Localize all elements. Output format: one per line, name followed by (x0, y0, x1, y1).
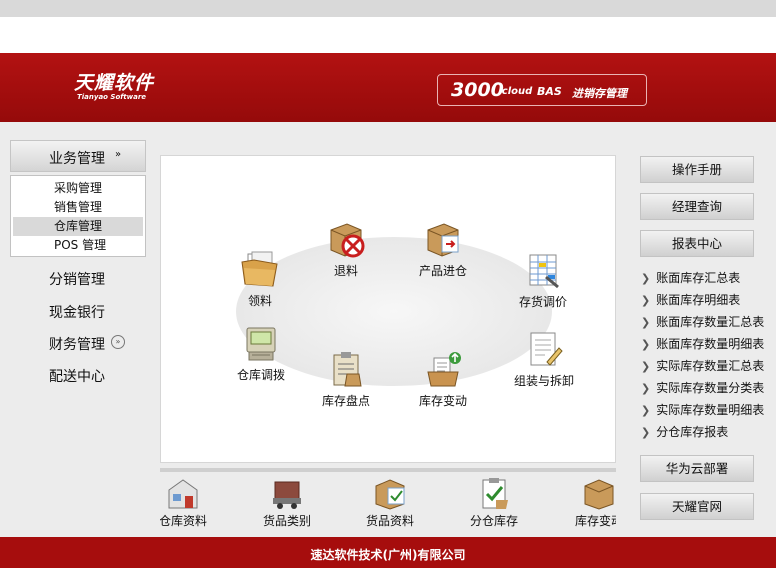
official-site-button[interactable]: 天耀官网 (640, 493, 754, 520)
box-cancel-icon (325, 220, 367, 260)
chevron-right-icon: ❯ (641, 294, 651, 307)
nav-item-distribution[interactable]: 分销管理 (49, 269, 105, 289)
product-description: 进销存管理 (572, 87, 627, 100)
chevron-right-icon: ❯ (641, 316, 651, 329)
shortcut-label: 仓库资料 (160, 514, 207, 528)
footer-bar: 速达软件技术(广州)有限公司 (0, 537, 776, 568)
box-arrow-icon (581, 476, 616, 510)
header-banner: 天耀软件 Tianyao Software 3000 .cloud BAS 进销… (0, 53, 776, 122)
workflow-item-stock-change[interactable]: 库存变动 (415, 350, 471, 409)
shortcut-strip: 仓库资料 货品类别 货品资料 分仓库存 库存变动 (160, 468, 616, 537)
report-link-label: 分仓库存报表 (656, 425, 729, 439)
report-link[interactable]: ❯ 账面库存数量汇总表 (641, 313, 764, 330)
chevron-double-down-icon: » (115, 149, 122, 160)
workflow-label: 存货调价 (518, 295, 567, 309)
report-link-label: 实际库存数量明细表 (656, 403, 765, 417)
logo-text-en: Tianyao Software (77, 93, 147, 101)
strip-divider (160, 468, 616, 472)
report-link-label: 账面库存汇总表 (656, 271, 741, 285)
top-gap (0, 0, 776, 17)
nav-section-label: 业务管理 (49, 151, 105, 167)
chevron-right-icon: ❯ (641, 404, 651, 417)
nav-submenu: 采购管理 销售管理 仓库管理 POS 管理 (10, 175, 146, 257)
chevron-right-icon: ❯ (641, 382, 651, 395)
workflow-label: 仓库调拨 (236, 368, 285, 382)
report-link[interactable]: ❯ 分仓库存报表 (641, 423, 728, 440)
report-link[interactable]: ❯ 实际库存数量明细表 (641, 401, 764, 418)
chevron-right-icon: ❯ (641, 360, 651, 373)
shortcut-goods-info[interactable]: 货品资料 (363, 476, 417, 529)
manager-query-button[interactable]: 经理查询 (640, 193, 754, 220)
box-arrow-in-icon (422, 220, 464, 260)
product-badge: 3000 .cloud BAS 进销存管理 (437, 74, 647, 106)
folder-documents-icon (239, 250, 281, 290)
huawei-cloud-button[interactable]: 华为云部署 (640, 455, 754, 482)
nav-item-delivery[interactable]: 配送中心 (49, 366, 105, 386)
spreadsheet-price-icon (522, 251, 564, 291)
report-link[interactable]: ❯ 实际库存数量分类表 (641, 379, 764, 396)
workflow-label: 退料 (333, 264, 358, 278)
blank-bar (0, 17, 776, 53)
report-link[interactable]: ❯ 账面库存数量明细表 (641, 335, 764, 352)
workflow-item-transfer[interactable]: 仓库调拨 (231, 324, 291, 383)
expand-circle-icon[interactable]: » (111, 335, 125, 349)
report-center-button[interactable]: 报表中心 (640, 230, 754, 257)
product-cloud: .cloud (498, 86, 533, 97)
report-link-label: 账面库存数量明细表 (656, 337, 765, 351)
report-link-label: 实际库存数量汇总表 (656, 359, 765, 373)
workflow-label: 产品进仓 (418, 264, 467, 278)
report-link[interactable]: ❯ 实际库存数量汇总表 (641, 357, 764, 374)
nav-item-cash-bank[interactable]: 现金银行 (49, 302, 105, 322)
report-link[interactable]: ❯ 账面库存汇总表 (641, 269, 740, 286)
submenu-item-warehouse[interactable]: 仓库管理 (13, 217, 143, 236)
submenu-item-sales[interactable]: 销售管理 (13, 198, 143, 217)
workflow-item-stock-count[interactable]: 库存盘点 (319, 350, 373, 409)
manual-button[interactable]: 操作手册 (640, 156, 754, 183)
logo-text-cn: 天耀软件 (74, 72, 155, 94)
workflow-label: 库存盘点 (321, 394, 370, 408)
workflow-label: 库存变动 (418, 394, 467, 408)
product-version: 3000 (451, 79, 504, 101)
main-area: 业务管理 » 采购管理 销售管理 仓库管理 POS 管理 分销管理 现金银行 财… (0, 122, 776, 537)
chevron-right-icon: ❯ (641, 272, 651, 285)
report-link-label: 账面库存明细表 (656, 293, 741, 307)
chevron-right-icon: ❯ (641, 426, 651, 439)
workflow-item-product-in[interactable]: 产品进仓 (413, 220, 473, 279)
submenu-item-pos[interactable]: POS 管理 (13, 236, 143, 255)
transfer-machine-icon (240, 324, 282, 364)
tray-update-icon (422, 350, 464, 390)
shortcut-goods-category[interactable]: 货品类别 (260, 476, 314, 529)
shortcut-label: 分仓库存 (469, 514, 518, 528)
shortcut-label: 库存变动 (574, 514, 616, 528)
shortcut-branch-stock[interactable]: 分仓库存 (467, 476, 521, 529)
box-check-icon (372, 476, 408, 510)
clipboard-count-icon (325, 350, 367, 390)
report-link-label: 账面库存数量汇总表 (656, 315, 765, 329)
workflow-item-return[interactable]: 退料 (323, 220, 369, 279)
nav-item-finance[interactable]: 财务管理 (49, 334, 105, 354)
workflow-label: 领料 (247, 294, 272, 308)
warehouse-icon (165, 476, 201, 510)
shortcut-label: 货品类别 (262, 514, 311, 528)
workflow-label: 组装与拆卸 (513, 374, 574, 388)
document-pen-icon (523, 330, 565, 370)
nav-section-business[interactable]: 业务管理 » (10, 140, 146, 172)
report-link[interactable]: ❯ 账面库存明细表 (641, 291, 740, 308)
shortcut-label: 货品资料 (365, 514, 414, 528)
workflow-item-price-adjust[interactable]: 存货调价 (513, 251, 573, 310)
shortcut-warehouse-info[interactable]: 仓库资料 (160, 476, 210, 529)
workflow-item-assembly[interactable]: 组装与拆卸 (507, 330, 581, 389)
workflow-panel: 领料 退料 产品进仓 存货调价 仓库调拨 库存盘点 库存变动 组装与拆卸 (160, 155, 616, 463)
shortcut-stock-change[interactable]: 库存变动 (572, 476, 616, 529)
submenu-item-purchase[interactable]: 采购管理 (13, 179, 143, 198)
report-link-label: 实际库存数量分类表 (656, 381, 765, 395)
footer-company: 速达软件技术(广州)有限公司 (310, 548, 466, 562)
brand-logo: 天耀软件 Tianyao Software (74, 73, 154, 102)
product-bas: BAS (537, 85, 562, 98)
chevron-right-icon: ❯ (641, 338, 651, 351)
workflow-item-requisition[interactable]: 领料 (237, 250, 283, 309)
truck-icon (269, 476, 305, 510)
clipboard-check-icon (476, 476, 512, 510)
